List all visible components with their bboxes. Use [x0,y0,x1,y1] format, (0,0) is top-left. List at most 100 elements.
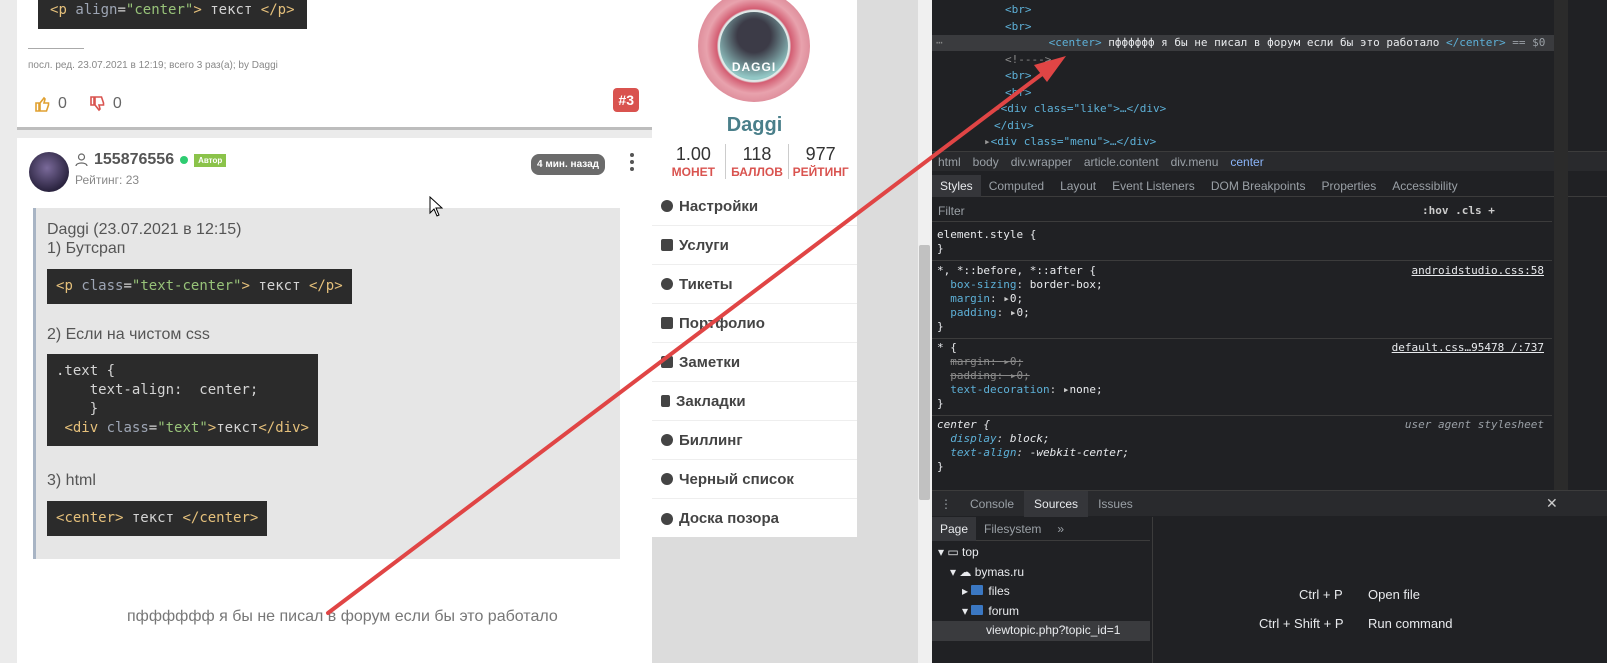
user-agent-label: user agent stylesheet [1404,418,1544,431]
sources-editor: Ctrl + P Open file Ctrl + Shift + P Run … [1152,517,1607,663]
profile-avatar[interactable]: DAGGI [698,0,810,102]
crumb-content[interactable]: article.content [1084,155,1159,169]
rule-universal-box[interactable]: androidstudio.css:58 *, *::before, *::af… [932,260,1552,339]
tab-event-listeners[interactable]: Event Listeners [1104,175,1203,197]
menu-item-services[interactable]: Услуги [652,226,857,265]
tab-properties[interactable]: Properties [1314,175,1385,197]
dom-node[interactable]: <br> [1005,85,1032,101]
folder-icon [971,585,984,595]
online-indicator [180,156,189,164]
tree-item-file[interactable]: viewtopic.php?topic_id=1 [932,621,1150,641]
tab-accessibility[interactable]: Accessibility [1384,175,1465,197]
menu-item-billing[interactable]: Биллинг [652,421,857,460]
dislike-count: 0 [112,95,122,112]
shortcut-keys: Ctrl + Shift + P [1259,616,1344,631]
tab-computed[interactable]: Computed [981,175,1052,197]
rule-source-link[interactable]: androidstudio.css:58 [1412,264,1544,277]
tab-dom-breakpoints[interactable]: DOM Breakpoints [1203,175,1314,197]
profile-card: DAGGI Daggi 1.00 МОНЕТ 118 БАЛЛОВ 977 РЕЙТИ… [652,0,857,537]
reply-text: пфффффф я бы не писал в форум если бы эт… [127,608,558,625]
current-post: 155876556 Автор Рейтинг: 23 4 мин. назад… [17,138,652,663]
tree-item-files[interactable]: ▸ files [932,582,1150,602]
sources-nav-tabs: Page Filesystem » [932,516,1150,541]
styles-tabs: Styles Computed Layout Event Listeners D… [932,174,1607,197]
shortcut-open-file[interactable]: Open file [1368,587,1420,602]
tab-console[interactable]: Console [960,491,1024,517]
tab-styles[interactable]: Styles [932,174,981,197]
folder-icon [971,604,984,615]
dom-node[interactable]: <br> [1005,19,1032,35]
menu-item-bookmarks[interactable]: Закладки [652,382,857,421]
tab-page[interactable]: Page [932,516,977,541]
dom-comment[interactable]: <!----> [1005,52,1051,68]
tab-issues[interactable]: Issues [1088,491,1143,517]
page-scrollbar-thumb[interactable] [919,245,930,500]
mouse-cursor-icon [429,196,443,217]
devtools-scrollbar[interactable] [1554,0,1568,490]
avatar-logo-text: DAGGI [731,60,777,74]
rule-universal[interactable]: default.css…95478 /:737 * { margin: ▸0; … [932,337,1552,416]
thumbs-up-icon[interactable] [34,96,50,112]
edit-note: посл. ред. 23.07.2021 в 12:19; всего 3 р… [28,60,278,71]
drawer-menu-icon[interactable]: ⋮ [932,491,960,517]
dom-node-selected[interactable]: ⋯ <center> пфффффф я бы не писал в форум… [932,35,1554,51]
post-number-badge[interactable]: #3 [613,88,639,112]
profile-sidebar: DAGGI Daggi 1.00 МОНЕТ 118 БАЛЛОВ 977 РЕЙТИ… [652,0,933,663]
rule-center[interactable]: user agent stylesheet center { display: … [932,414,1552,478]
dom-node-menu[interactable]: ▸<div class="menu">…</div> [984,134,1156,150]
profile-name[interactable]: Daggi [652,114,857,137]
more-tabs-icon[interactable]: » [1049,517,1072,541]
tree-item-domain[interactable]: ▾ ☁ bymas.ru [932,563,1150,583]
gear-icon [661,200,673,212]
divider [28,48,84,49]
stat-rating: 977 РЕЙТИНГ [792,144,849,179]
dom-node[interactable]: <br> [1005,68,1032,84]
dom-breadcrumbs: html body div.wrapper article.content di… [932,151,1607,171]
close-icon[interactable]: ✕ [1546,496,1558,512]
thumbs-down-icon[interactable] [89,96,105,112]
tree-item-top[interactable]: ▾ ▭ top [932,543,1150,563]
dom-node[interactable]: </div> [994,118,1034,134]
author-badge: Автор [194,153,227,167]
shortcut-run-command[interactable]: Run command [1368,616,1453,631]
more-options-icon[interactable] [630,153,634,174]
quote-header: Daggi (23.07.2021 в 12:15) [47,221,242,238]
code-block-1: <p class="text-center"> текст </p> [47,269,352,304]
crumb-html[interactable]: html [938,155,961,169]
crumb-center[interactable]: center [1230,155,1263,169]
drawer-tabs: ⋮ Console Sources Issues [932,490,1607,517]
shortcut-keys: Ctrl + P [1299,587,1343,602]
crumb-wrapper[interactable]: div.wrapper [1011,155,1072,169]
code-block-3: <center> текст </center> [47,501,268,536]
crumb-menu[interactable]: div.menu [1171,155,1219,169]
user-avatar[interactable] [29,152,69,192]
tab-filesystem[interactable]: Filesystem [976,517,1049,541]
tab-sources[interactable]: Sources [1024,490,1089,517]
menu-item-portfolio[interactable]: Портфолио [652,304,857,343]
tab-layout[interactable]: Layout [1052,175,1104,197]
file-tree: ▾ ▭ top ▾ ☁ bymas.ru ▸ files ▾ forum vie… [932,543,1150,663]
code-block-2: .text { text-align: center; } <div class… [47,354,318,446]
user-icon [75,153,88,167]
menu-item-notes[interactable]: Заметки [652,343,857,382]
quote-item-2: 2) Если на чистом css [47,326,210,343]
menu-item-blacklist[interactable]: Черный список [652,460,857,499]
dollar-icon [661,434,673,446]
menu-item-tickets[interactable]: Тикеты [652,265,857,304]
menu-item-shame-board[interactable]: Доска позора [652,499,857,538]
tree-item-forum[interactable]: ▾ forum [932,602,1150,622]
code-block: <p align="center"> текст </p> [38,0,307,29]
rule-source-link[interactable]: default.css…95478 /:737 [1392,341,1544,354]
quote-item-3: 3) html [47,472,96,489]
filter-tools[interactable]: :hov .cls + [1422,204,1495,217]
dom-node-like[interactable]: ▸<div class="like">…</div> [994,101,1166,117]
menu-item-settings[interactable]: Настройки [652,187,857,226]
rule-element-style[interactable]: element.style { } [932,224,1552,261]
briefcase-icon [661,317,673,329]
quote-item-1: 1) Бутсрап [47,240,126,257]
dom-node[interactable]: <br> [1005,2,1032,18]
user-icon [661,473,673,485]
bookmark-icon [661,395,670,407]
username[interactable]: 155876556 [94,151,174,169]
crumb-body[interactable]: body [973,155,999,169]
